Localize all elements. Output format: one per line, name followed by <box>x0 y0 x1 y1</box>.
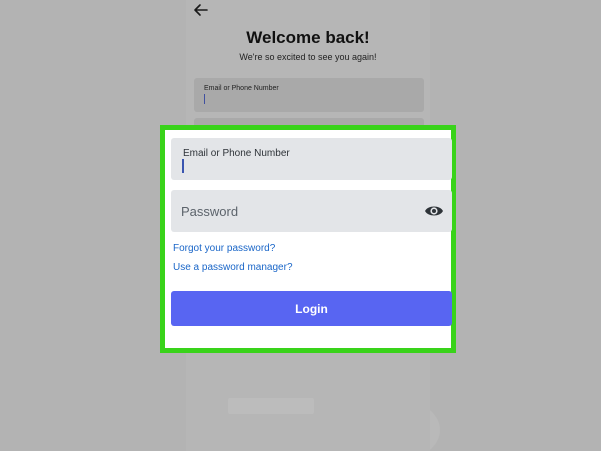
welcome-subtitle: We're so excited to see you again! <box>239 52 377 62</box>
welcome-title: Welcome back! <box>246 28 370 47</box>
back-arrow-icon[interactable] <box>193 2 209 18</box>
background-footer-bar <box>228 398 314 414</box>
password-field[interactable] <box>171 190 452 232</box>
password-input[interactable] <box>181 202 411 220</box>
email-field[interactable]: Email or Phone Number <box>171 138 452 180</box>
background-email-field: Email or Phone Number <box>194 78 424 112</box>
login-form: Email or Phone Number Forgot your passwo… <box>165 130 452 348</box>
eye-icon[interactable] <box>424 202 444 220</box>
background-email-label: Email or Phone Number <box>204 85 279 92</box>
email-input[interactable] <box>181 158 421 174</box>
highlighted-login-form: Email or Phone Number Forgot your passwo… <box>160 125 456 353</box>
login-button[interactable]: Login <box>171 291 452 326</box>
text-caret <box>182 159 184 173</box>
password-manager-link[interactable]: Use a password manager? <box>173 262 293 273</box>
background-caret <box>204 94 205 104</box>
forgot-password-link[interactable]: Forgot your password? <box>173 243 275 254</box>
